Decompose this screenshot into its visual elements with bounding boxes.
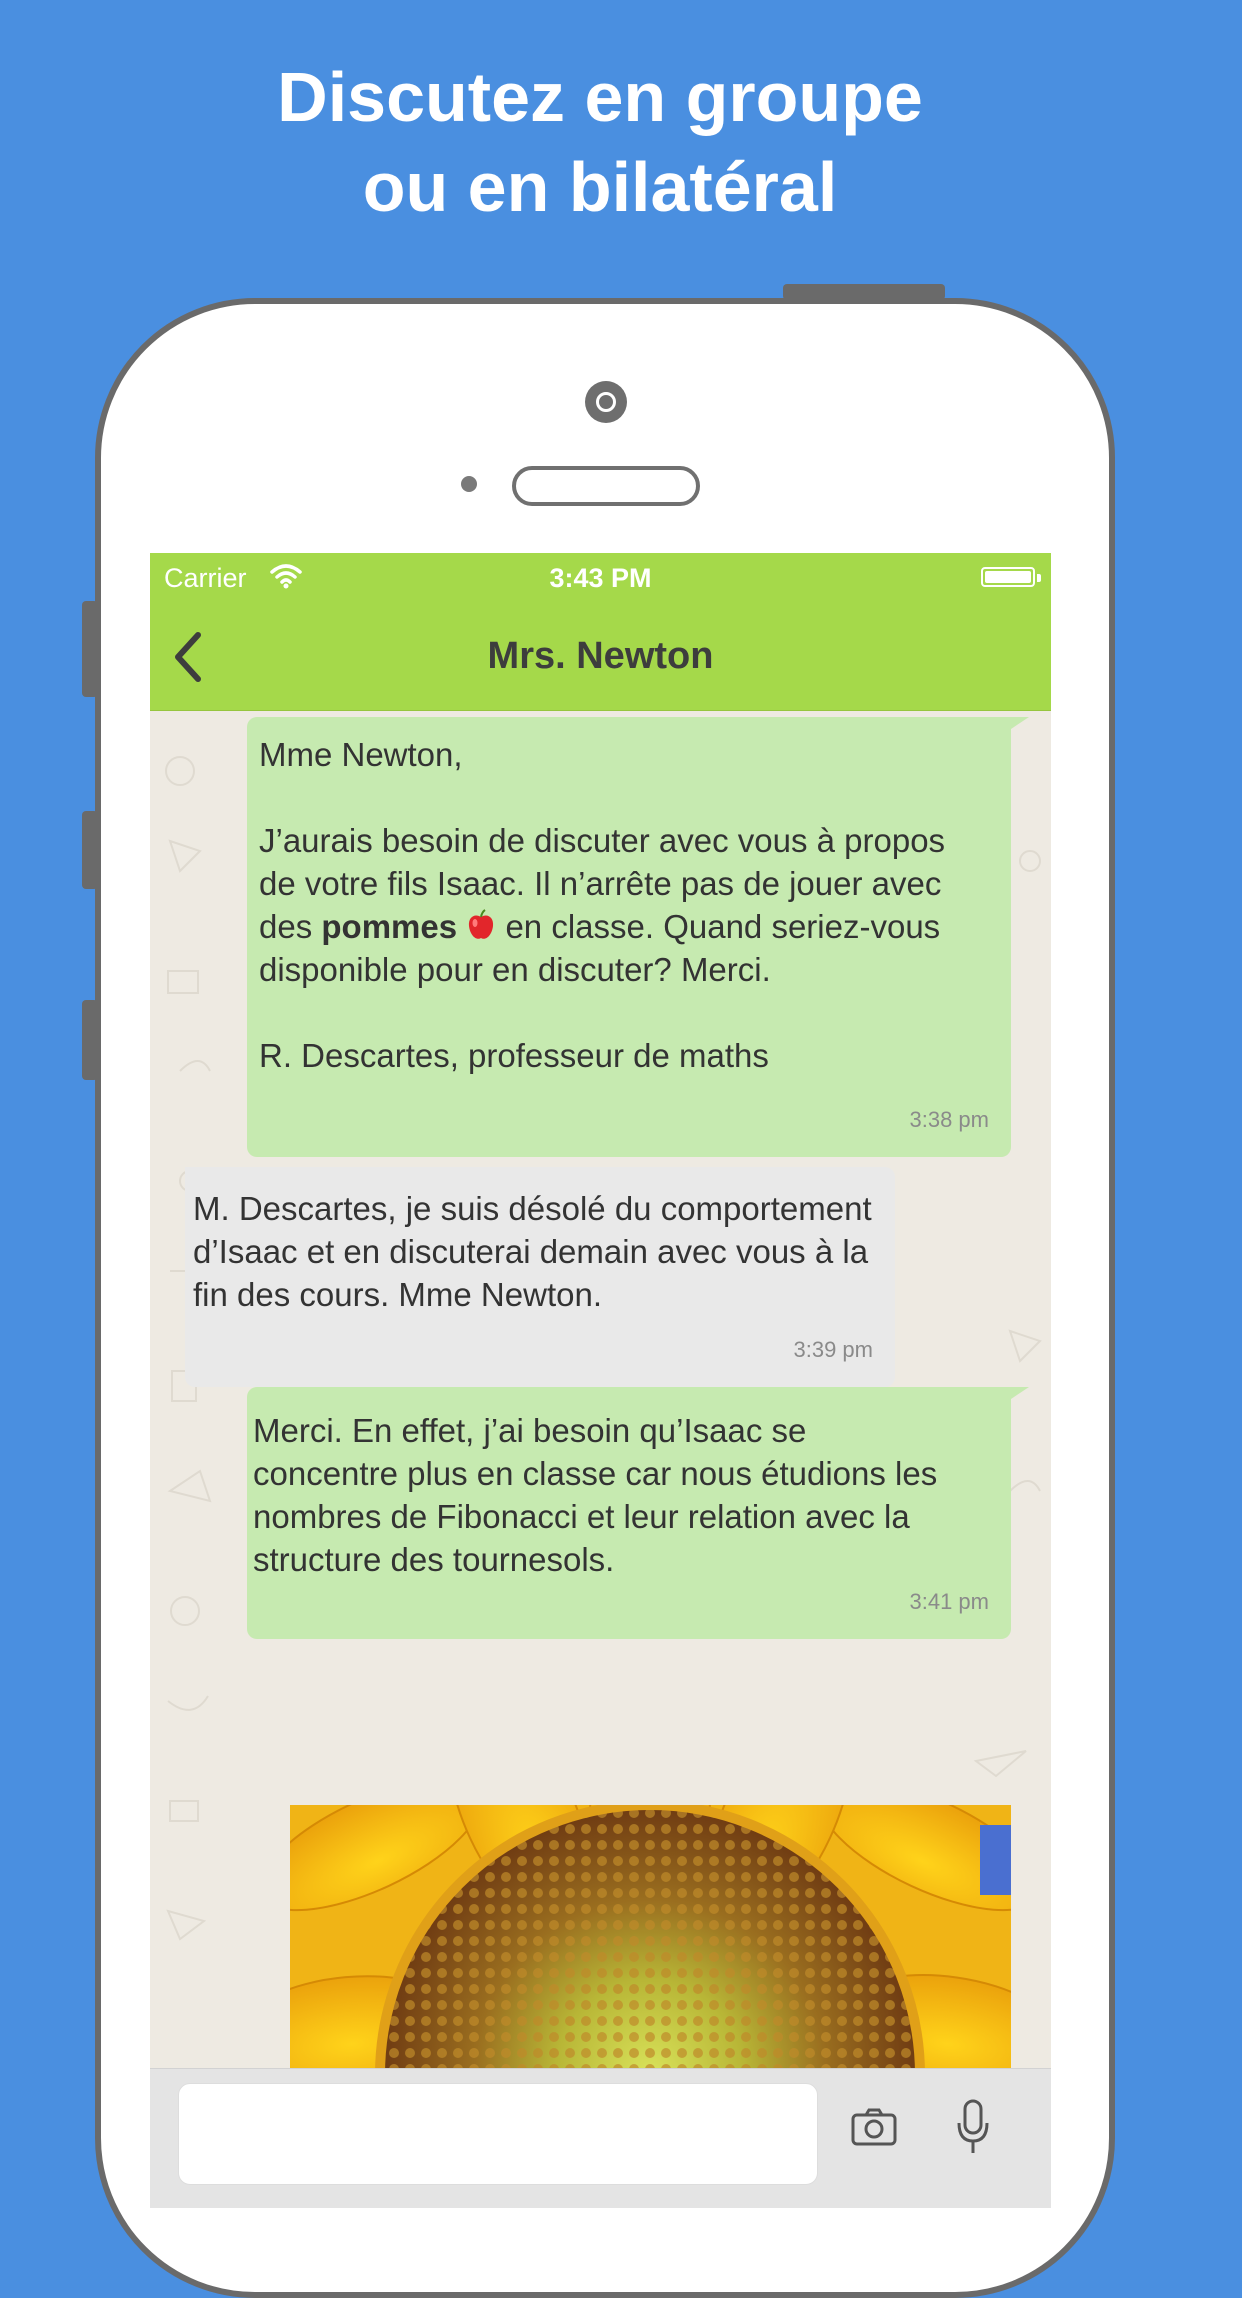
message-line-with-emphasis: des pommes en classe. Quand seriez-vous: [259, 905, 1011, 948]
message-bubble-outgoing[interactable]: Merci. En effet, j’ai besoin qu’Isaac se…: [247, 1387, 1029, 1639]
earpiece-speaker: [512, 466, 700, 506]
message-line: de votre fils Isaac. Il n’arrête pas de …: [259, 865, 942, 902]
message-line: fin des cours. Mme Newton.: [193, 1276, 602, 1313]
message-text: des: [259, 908, 313, 945]
conversation-header: Mrs. Newton: [150, 603, 1051, 711]
message-timestamp: 3:39 pm: [793, 1337, 874, 1362]
message-bubble-outgoing[interactable]: Mme Newton, J’aurais besoin de discuter …: [247, 717, 1029, 1157]
compose-bar: [150, 2068, 1051, 2208]
phone-screen: Carrier 3:43 PM Mrs. Newton Mme Newton, …: [150, 553, 1051, 2208]
message-line: d’Isaac et en discuterai demain avec vou…: [193, 1233, 869, 1270]
microphone-icon[interactable]: [956, 2099, 990, 2155]
message-line: Merci. En effet, j’ai besoin qu’Isaac se: [253, 1412, 807, 1449]
message-line: Mme Newton,: [259, 736, 463, 773]
promo-headline: Discutez en groupe ou en bilatéral: [0, 52, 1200, 232]
message-text: en classe. Quand seriez-vous: [505, 908, 941, 945]
message-signature: R. Descartes, professeur de maths: [259, 1037, 769, 1074]
battery-icon: [981, 567, 1035, 587]
contact-name[interactable]: Mrs. Newton: [150, 635, 1051, 678]
proximity-sensor: [461, 476, 477, 492]
headline-line-2: ou en bilatéral: [362, 148, 838, 226]
message-line: J’aurais besoin de discuter avec vous à …: [259, 822, 946, 859]
status-bar: Carrier 3:43 PM: [150, 553, 1051, 603]
message-line: nombres de Fibonacci et leur relation av…: [253, 1498, 910, 1535]
message-line: M. Descartes, je suis désolé du comporte…: [193, 1190, 872, 1227]
message-timestamp: 3:38 pm: [909, 1107, 990, 1132]
message-line: disponible pour en discuter? Merci.: [259, 951, 771, 988]
message-input[interactable]: [178, 2083, 818, 2185]
apple-icon: [469, 909, 494, 939]
message-bubble-incoming[interactable]: M. Descartes, je suis désolé du comporte…: [185, 1167, 895, 1387]
camera-icon[interactable]: [850, 2107, 898, 2147]
battery-tip: [1037, 574, 1041, 582]
status-time: 3:43 PM: [549, 563, 652, 593]
message-line: structure des tournesols.: [253, 1541, 615, 1578]
message-line: concentre plus en classe car nous étudio…: [253, 1455, 938, 1492]
message-bold-word: pommes: [321, 908, 458, 945]
headline-line-1: Discutez en groupe: [277, 58, 923, 136]
front-camera: [585, 381, 627, 423]
message-list[interactable]: Mme Newton, J’aurais besoin de discuter …: [150, 711, 1051, 2208]
message-timestamp: 3:41 pm: [909, 1589, 990, 1614]
